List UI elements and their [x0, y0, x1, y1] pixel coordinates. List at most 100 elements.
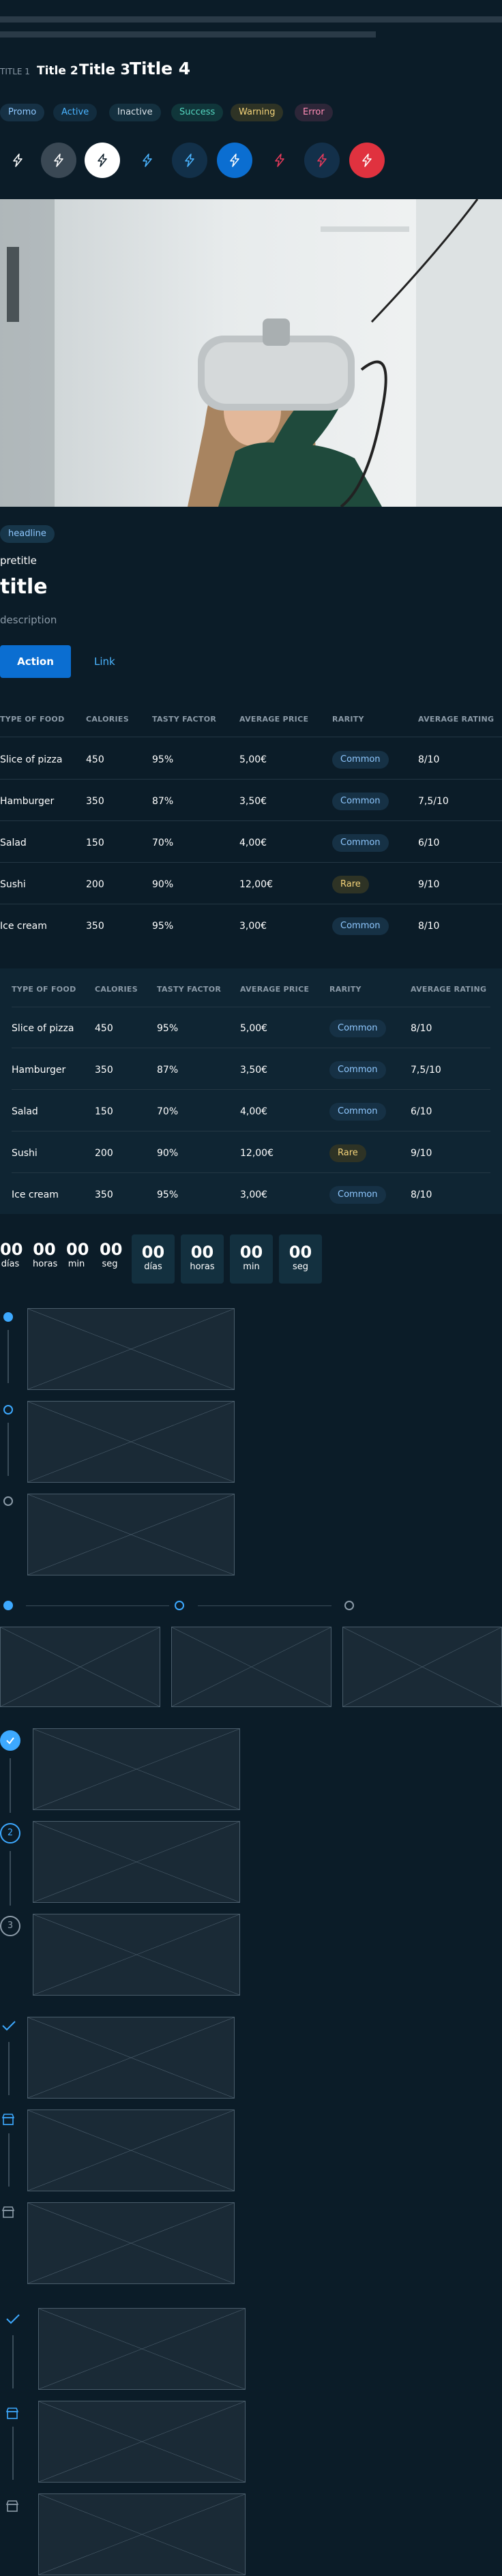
- rarity-tag: Common: [332, 751, 389, 769]
- table-cell: Slice of pizza: [12, 1023, 74, 1034]
- table-header-calories: CALORIES: [86, 715, 129, 724]
- skeleton-bar: [0, 16, 502, 23]
- countdown-value: 00: [33, 1240, 56, 1259]
- table-cell: 90%: [152, 879, 174, 890]
- divider: [0, 779, 502, 780]
- lightning-button-white[interactable]: [85, 143, 120, 178]
- placeholder-image: [27, 2017, 235, 2099]
- table-cell: 350: [86, 796, 104, 807]
- table-cell: 350: [95, 1189, 113, 1200]
- table-cell: 12,00€: [240, 1148, 274, 1159]
- table-cell: Hamburger: [12, 1065, 66, 1076]
- table-cell: 3,50€: [239, 796, 267, 807]
- table-cell: 8/10: [418, 754, 440, 765]
- check-icon: [6, 2314, 20, 2324]
- check-icon: [2, 2021, 16, 2031]
- table-header-tasty: TASTY FACTOR: [157, 985, 222, 994]
- action-button[interactable]: Action: [0, 645, 71, 678]
- countdown-value: 00: [66, 1240, 89, 1259]
- headline-tag: headline: [0, 525, 55, 543]
- table-header-tasty: TASTY FACTOR: [152, 715, 217, 724]
- placeholder-image: [27, 2109, 235, 2191]
- rarity-tag: Common: [329, 1061, 386, 1079]
- countdown-value: 00: [100, 1240, 123, 1259]
- countdown-box-days: 00 días: [132, 1234, 175, 1284]
- table-cell: 150: [95, 1106, 113, 1117]
- tag-active: Active: [53, 104, 98, 121]
- table-cell: 8/10: [418, 921, 440, 932]
- pretitle: pretitle: [0, 554, 37, 567]
- lightning-button-blue-soft[interactable]: [172, 143, 207, 178]
- table-header-price: AVERAGE PRICE: [239, 715, 309, 724]
- countdown-label: horas: [190, 1262, 215, 1272]
- placeholder-image: [33, 1821, 240, 1903]
- table-cell: 4,00€: [239, 838, 267, 848]
- countdown-label: días: [144, 1262, 162, 1272]
- table-cell: 5,00€: [239, 754, 267, 765]
- title-1: TITLE 1: [0, 67, 30, 76]
- step-dot-current: [3, 1405, 13, 1415]
- table-cell: 200: [95, 1148, 113, 1159]
- lightning-icon: [13, 153, 23, 167]
- table-header-food: TYPE OF FOOD: [12, 985, 76, 994]
- table-header-food: TYPE OF FOOD: [0, 715, 65, 724]
- table-header-calories: CALORIES: [95, 985, 138, 994]
- countdown-value: 00: [0, 1240, 23, 1259]
- step-connector: [26, 1605, 169, 1606]
- lightning-button-grey[interactable]: [41, 143, 76, 178]
- rarity-tag: Common: [329, 1186, 386, 1204]
- skeleton-bar: [0, 31, 376, 38]
- step-connector: [10, 1758, 11, 1813]
- countdown-label: seg: [102, 1259, 118, 1269]
- table-cell: 350: [95, 1065, 113, 1076]
- lightning-button-red-plain[interactable]: [262, 143, 297, 178]
- title-2: Title 2: [37, 64, 78, 78]
- lightning-icon: [54, 153, 63, 167]
- tag-warning: Warning: [231, 104, 284, 121]
- link-button[interactable]: Link: [94, 655, 115, 668]
- step-dot-active: [3, 1601, 13, 1610]
- lightning-icon: [185, 153, 194, 167]
- step-dot-current: [175, 1601, 184, 1610]
- step-connector: [8, 1330, 9, 1383]
- countdown-label: min: [243, 1262, 260, 1272]
- tag-promo: Promo: [0, 104, 45, 121]
- lightning-button-blue-plain[interactable]: [130, 143, 165, 178]
- rarity-tag: Common: [332, 917, 389, 935]
- lightning-button-red-soft[interactable]: [304, 143, 340, 178]
- table-header-rating: AVERAGE RATING: [418, 715, 494, 724]
- rarity-tag: Rare: [329, 1144, 366, 1162]
- table-cell: Ice cream: [0, 921, 47, 932]
- table-cell: 90%: [157, 1148, 179, 1159]
- divider: [12, 1172, 490, 1173]
- card-title: title: [0, 575, 48, 599]
- table-cell: 70%: [157, 1106, 179, 1117]
- table-cell: 450: [95, 1023, 113, 1034]
- countdown-label: días: [1, 1259, 20, 1269]
- lightning-button-plain[interactable]: [0, 143, 35, 178]
- step-connector: [8, 2042, 10, 2095]
- step-connector: [8, 2133, 10, 2187]
- rarity-tag: Common: [329, 1020, 386, 1037]
- placeholder-image: [27, 1494, 235, 1575]
- table-cell: 8/10: [411, 1189, 432, 1200]
- step-number-2: 2: [0, 1823, 20, 1844]
- placeholder-image: [38, 2493, 246, 2575]
- table-header-rarity: RARITY: [329, 985, 361, 994]
- store-icon: [5, 2408, 19, 2419]
- step-connector: [12, 2335, 14, 2388]
- table-cell: Salad: [12, 1106, 38, 1117]
- table-cell: 87%: [157, 1065, 179, 1076]
- step-completed: [0, 1730, 20, 1751]
- table-cell: 6/10: [411, 1106, 432, 1117]
- table-header-rating: AVERAGE RATING: [411, 985, 487, 994]
- countdown-box-seconds: 00 seg: [279, 1234, 322, 1284]
- table-cell: 12,00€: [239, 879, 273, 890]
- lightning-icon: [98, 153, 107, 167]
- lightning-button-blue[interactable]: [217, 143, 252, 178]
- store-icon: [1, 2206, 15, 2218]
- table-header-rarity: RARITY: [332, 715, 364, 724]
- table-cell: 9/10: [418, 879, 440, 890]
- table-cell: 7,5/10: [411, 1065, 441, 1076]
- lightning-button-red[interactable]: [349, 143, 385, 178]
